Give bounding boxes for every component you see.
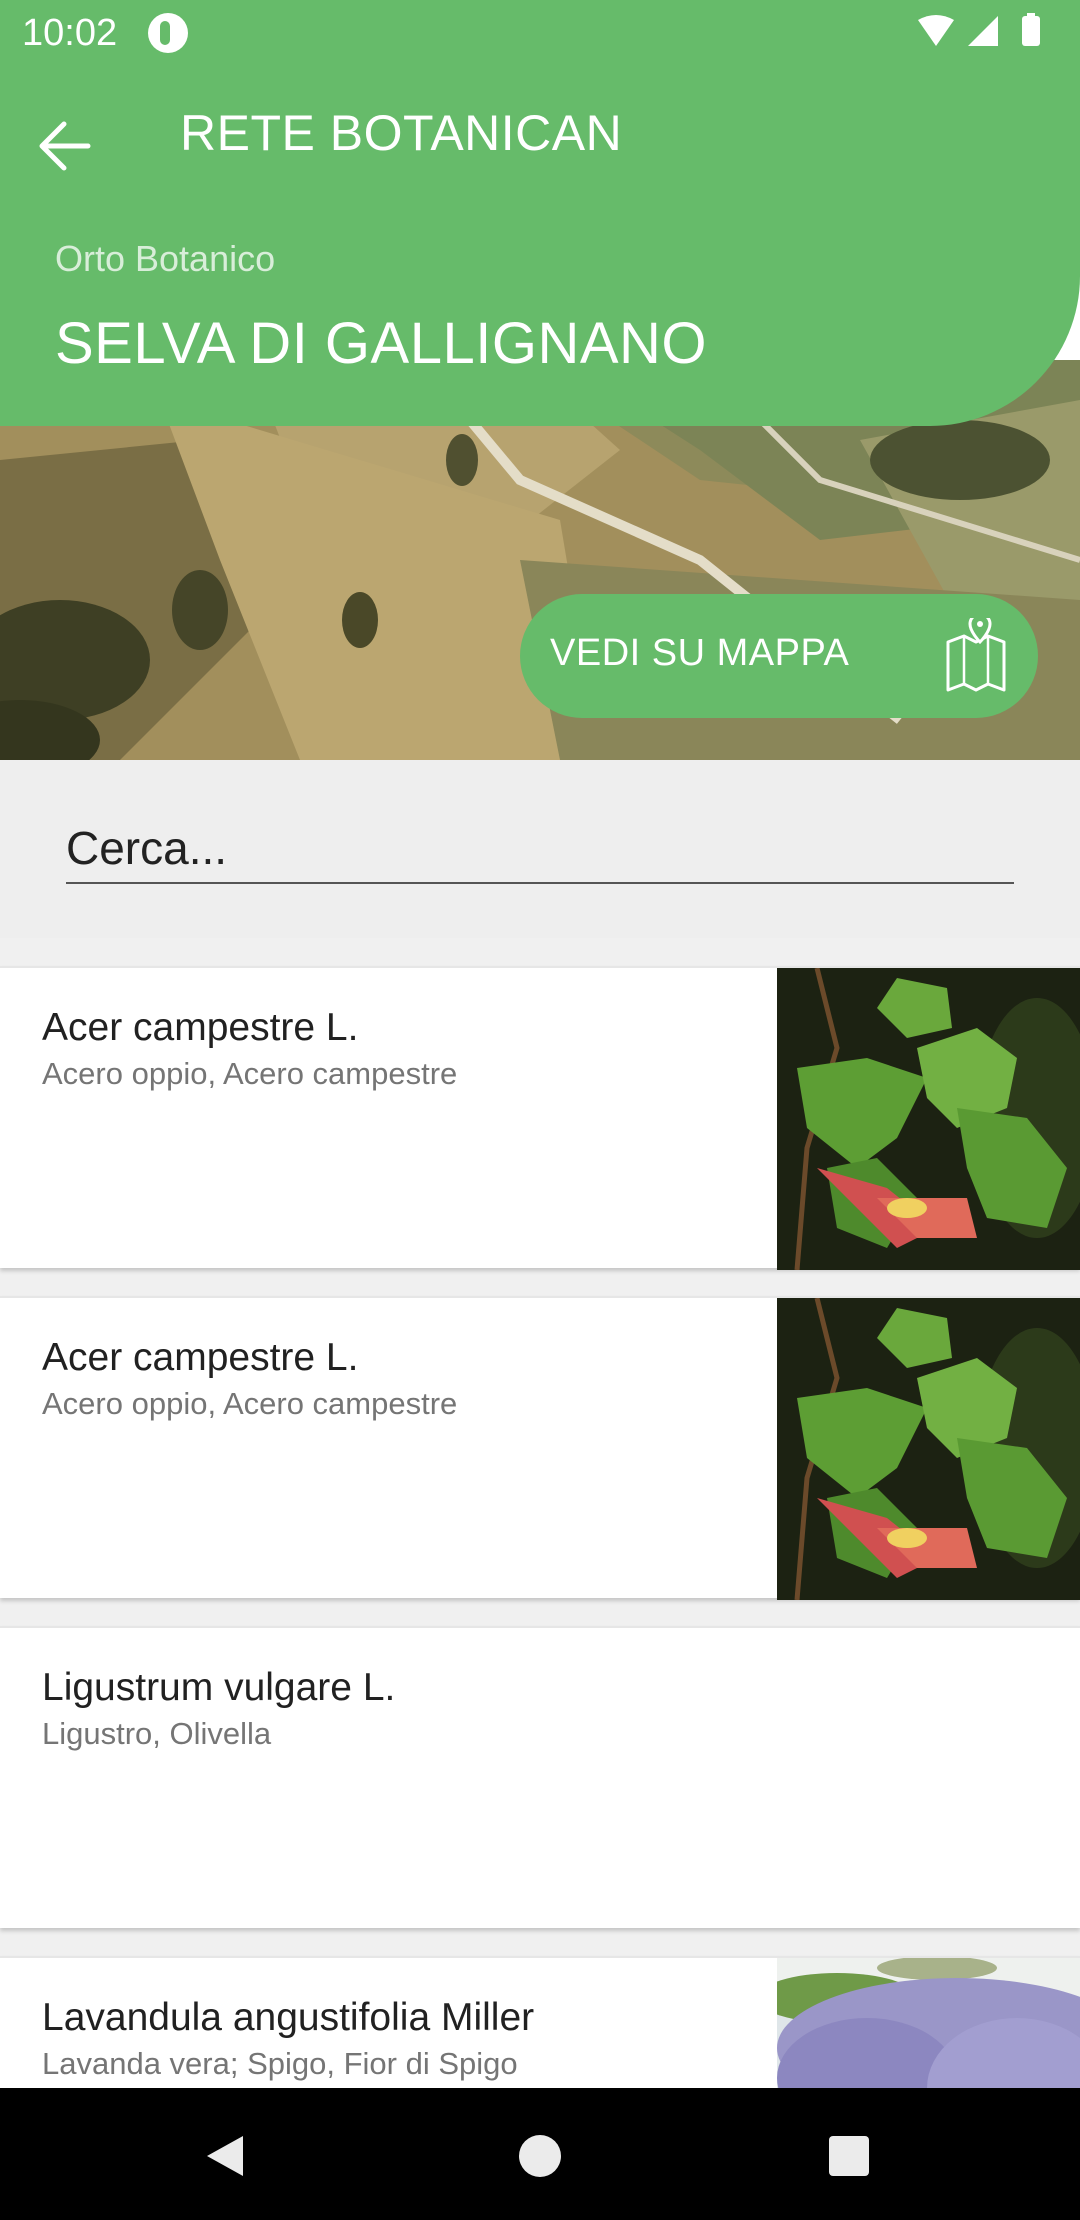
nav-recents-icon[interactable]	[829, 2136, 869, 2176]
battery-icon	[1022, 16, 1040, 46]
lavender-photo	[777, 1958, 1080, 2088]
plant-scientific-name: Acer campestre L.	[42, 1336, 359, 1379]
plant-common-names: Acero oppio, Acero campestre	[42, 1386, 458, 1421]
search-section	[0, 760, 1080, 938]
search-input[interactable]	[66, 814, 1014, 884]
nav-back-icon[interactable]	[205, 2134, 245, 2178]
signal-icon	[968, 16, 998, 46]
app-title: RETE BOTANICAN	[180, 105, 623, 161]
view-on-map-button[interactable]: VEDI SU MAPPA	[520, 594, 1038, 718]
plant-card[interactable]: Acer campestre L. Acero oppio, Acero cam…	[0, 966, 1080, 1270]
plant-list[interactable]: Acer campestre L. Acero oppio, Acero cam…	[0, 938, 1080, 2088]
plant-scientific-name: Acer campestre L.	[42, 1006, 359, 1049]
system-nav-bar	[0, 2088, 1080, 2220]
wifi-icon	[918, 15, 954, 46]
status-time: 10:02	[22, 12, 118, 54]
map-pin-icon	[946, 618, 1006, 692]
header: RETE BOTANICAN Orto Botanico SELVA DI GA…	[0, 66, 1080, 426]
maple-leaf-photo	[777, 1298, 1080, 1600]
plant-common-names: Ligustro, Olivella	[42, 1716, 272, 1751]
nav-home-icon[interactable]	[519, 2135, 561, 2177]
app-notification-icon	[148, 13, 188, 53]
maple-leaf-photo	[777, 968, 1080, 1270]
plant-card[interactable]: Ligustrum vulgare L. Ligustro, Olivella	[0, 1626, 1080, 1928]
garden-name: SELVA DI GALLIGNANO	[55, 311, 708, 376]
arrow-left-icon	[39, 121, 91, 171]
plant-card[interactable]: Lavandula angustifolia Miller Lavanda ve…	[0, 1956, 1080, 2088]
view-on-map-label: VEDI SU MAPPA	[550, 632, 850, 674]
back-button[interactable]	[30, 106, 110, 186]
status-bar: 10:02	[0, 0, 1080, 66]
plant-scientific-name: Ligustrum vulgare L.	[42, 1666, 396, 1709]
plant-common-names: Lavanda vera; Spigo, Fior di Spigo	[42, 2046, 518, 2081]
status-icons	[918, 13, 1040, 46]
plant-card[interactable]: Acer campestre L. Acero oppio, Acero cam…	[0, 1296, 1080, 1600]
plant-common-names: Acero oppio, Acero campestre	[42, 1056, 458, 1091]
plant-scientific-name: Lavandula angustifolia Miller	[42, 1996, 535, 2039]
garden-type-label: Orto Botanico	[55, 238, 276, 279]
